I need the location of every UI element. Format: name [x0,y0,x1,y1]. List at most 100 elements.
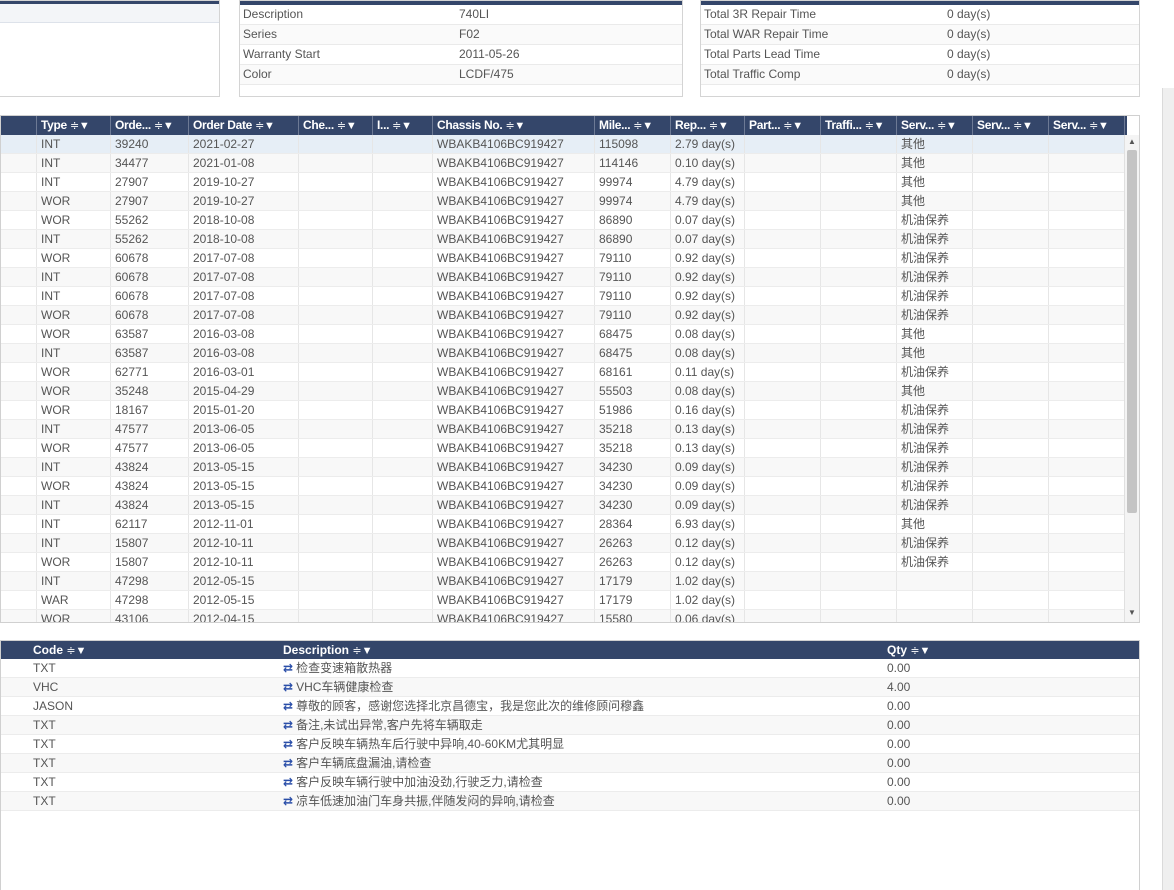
column-header[interactable]: Code ≑▼ [29,641,279,659]
table-row[interactable]: INT 63587 2016-03-08 WBAKB4106BC919427 68475… [1,344,1127,363]
sort-filter-icon[interactable]: ≑▼ [709,120,729,132]
row-cell [299,572,373,590]
table-row[interactable]: WOR 63587 2016-03-08 WBAKB4106BC919427 68475… [1,325,1127,344]
sort-filter-icon[interactable]: ≑▼ [352,645,372,657]
table-row[interactable]: INT 47298 2012-05-15 WBAKB4106BC919427 17179… [1,572,1127,591]
row-cell: 2018-10-08 [189,230,299,248]
row-cell [1,287,37,305]
swap-arrows-icon[interactable]: ⇄ [283,699,293,713]
table-row[interactable]: INT 43824 2013-05-15 WBAKB4106BC919427 34230… [1,496,1127,515]
table-row[interactable]: WOR 47577 2013-06-05 WBAKB4106BC919427 35218… [1,439,1127,458]
column-header[interactable]: Description ≑▼ [279,641,883,659]
sort-filter-icon[interactable]: ≑▼ [783,120,803,132]
row-cell: 1.02 day(s) [671,591,745,609]
row-cell [299,230,373,248]
table-row[interactable]: INT 55262 2018-10-08 WBAKB4106BC919427 86890… [1,230,1127,249]
table-row[interactable]: WOR 60678 2017-07-08 WBAKB4106BC919427 79110… [1,306,1127,325]
swap-arrows-icon[interactable]: ⇄ [283,775,293,789]
sort-filter-icon[interactable]: ≑▼ [154,120,174,132]
row-cell [745,192,821,210]
sort-filter-icon[interactable]: ≑▼ [255,120,275,132]
table-row[interactable]: INT 27907 2019-10-27 WBAKB4106BC919427 99974… [1,173,1127,192]
row-cell: ⇄ 检查变速箱散热器 [279,659,883,677]
list-item[interactable]: VHC ⇄ VHC车辆健康检查 4.00 [1,678,1139,697]
table-row[interactable]: INT 60678 2017-07-08 WBAKB4106BC919427 79110… [1,287,1127,306]
scroll-down-icon[interactable]: ▼ [1125,606,1139,620]
row-cell: 机油保养 [897,420,973,438]
swap-arrows-icon[interactable]: ⇄ [283,661,293,675]
sort-filter-icon[interactable]: ≑▼ [937,120,957,132]
table-row[interactable]: INT 60678 2017-07-08 WBAKB4106BC919427 79110… [1,268,1127,287]
column-header[interactable]: Orde... ≑▼ [111,116,189,135]
table-row[interactable]: INT 62117 2012-11-01 WBAKB4106BC919427 28364… [1,515,1127,534]
swap-arrows-icon[interactable]: ⇄ [283,794,293,808]
row-cell: WBAKB4106BC919427 [433,154,595,172]
table-row[interactable]: WOR 35248 2015-04-29 WBAKB4106BC919427 55503… [1,382,1127,401]
row-cell: 0.92 day(s) [671,249,745,267]
table-row[interactable]: INT 43824 2013-05-15 WBAKB4106BC919427 34230… [1,458,1127,477]
table-row[interactable]: WOR 18167 2015-01-20 WBAKB4106BC919427 51986… [1,401,1127,420]
swap-arrows-icon[interactable]: ⇄ [283,718,293,732]
row-cell: TXT [33,718,56,732]
row-cell: WBAKB4106BC919427 [433,439,595,457]
table-row[interactable]: WOR 60678 2017-07-08 WBAKB4106BC919427 79110… [1,249,1127,268]
column-header[interactable]: Chassis No. ≑▼ [433,116,595,135]
table-row[interactable]: WOR 43824 2013-05-15 WBAKB4106BC919427 34230… [1,477,1127,496]
page-scrollbar[interactable] [1162,88,1174,890]
sort-filter-icon[interactable]: ≑▼ [337,120,357,132]
row-cell [745,135,821,153]
column-header[interactable]: Order Date ≑▼ [189,116,299,135]
scroll-up-icon[interactable]: ▲ [1125,135,1139,149]
swap-arrows-icon[interactable]: ⇄ [283,737,293,751]
table-row[interactable]: INT 47577 2013-06-05 WBAKB4106BC919427 35218… [1,420,1127,439]
table-row[interactable]: INT 15807 2012-10-11 WBAKB4106BC919427 26263… [1,534,1127,553]
sort-filter-icon[interactable]: ≑▼ [910,645,930,657]
row-cell [973,211,1049,229]
row-cell: 机油保养 [897,287,973,305]
column-header[interactable]: I... ≑▼ [373,116,433,135]
table-row[interactable]: INT 39240 2021-02-27 WBAKB4106BC919427 11509… [1,135,1127,154]
row-cell: 4.00 [887,680,911,694]
list-item[interactable]: TXT ⇄ 检查变速箱散热器 0.00 [1,659,1139,678]
list-item[interactable]: TXT ⇄ 客户反映车辆行驶中加油没劲,行驶乏力,请检查 0.00 [1,773,1139,792]
table-row[interactable]: WOR 43106 2012-04-15 WBAKB4106BC919427 15580… [1,610,1127,622]
table-row[interactable]: WAR 47298 2012-05-15 WBAKB4106BC919427 17179… [1,591,1127,610]
sort-filter-icon[interactable]: ≑▼ [633,120,653,132]
column-header[interactable]: Part... ≑▼ [745,116,821,135]
row-cell: WOR [37,439,111,457]
swap-arrows-icon[interactable]: ⇄ [283,756,293,770]
sort-filter-icon[interactable]: ≑▼ [865,120,885,132]
column-header-label: Orde... [115,118,154,132]
list-item[interactable]: TXT ⇄ 凉车低速加油门车身共振,伴随发闷的异响,请检查 0.00 [1,792,1139,811]
table-row[interactable]: INT 34477 2021-01-08 WBAKB4106BC919427 11414… [1,154,1127,173]
list-item[interactable]: TXT ⇄ 备注,未试出异常,客户先将车辆取走 0.00 [1,716,1139,735]
row-cell [897,591,973,609]
column-header[interactable]: Type ≑▼ [37,116,111,135]
list-item[interactable]: TXT ⇄ 客户反映车辆热车后行驶中异响,40-60KM尤其明显 0.00 [1,735,1139,754]
column-header[interactable]: Traffi... ≑▼ [821,116,897,135]
row-cell [821,458,897,476]
column-header[interactable]: Che... ≑▼ [299,116,373,135]
column-header[interactable]: Serv... ≑▼ [1049,116,1125,135]
sort-filter-icon[interactable]: ≑▼ [70,120,90,132]
table-row[interactable]: WOR 62771 2016-03-01 WBAKB4106BC919427 68161… [1,363,1127,382]
column-header[interactable]: Serv... ≑▼ [973,116,1049,135]
table-row[interactable]: WOR 27907 2019-10-27 WBAKB4106BC919427 99974… [1,192,1127,211]
sort-filter-icon[interactable]: ≑▼ [505,120,525,132]
column-header[interactable]: Serv... ≑▼ [897,116,973,135]
swap-arrows-icon[interactable]: ⇄ [283,680,293,694]
orders-scrollbar[interactable]: ▲ ▼ [1124,135,1139,622]
sort-filter-icon[interactable]: ≑▼ [1089,120,1109,132]
column-header[interactable]: Mile... ≑▼ [595,116,671,135]
row-cell: ⇄ 客户反映车辆热车后行驶中异响,40-60KM尤其明显 [279,735,883,753]
list-item[interactable]: JASON ⇄ 尊敬的顾客，感谢您选择北京昌德宝，我是您此次的维修顾问穆鑫 0.00 [1,697,1139,716]
sort-filter-icon[interactable]: ≑▼ [66,645,86,657]
table-row[interactable]: WOR 55262 2018-10-08 WBAKB4106BC919427 86890… [1,211,1127,230]
sort-filter-icon[interactable]: ≑▼ [1013,120,1033,132]
scrollbar-thumb[interactable] [1127,150,1137,513]
column-header[interactable]: Qty ≑▼ [883,641,1139,659]
sort-filter-icon[interactable]: ≑▼ [392,120,412,132]
list-item[interactable]: TXT ⇄ 客户车辆底盘漏油,请检查 0.00 [1,754,1139,773]
table-row[interactable]: WOR 15807 2012-10-11 WBAKB4106BC919427 26263… [1,553,1127,572]
column-header[interactable]: Rep... ≑▼ [671,116,745,135]
